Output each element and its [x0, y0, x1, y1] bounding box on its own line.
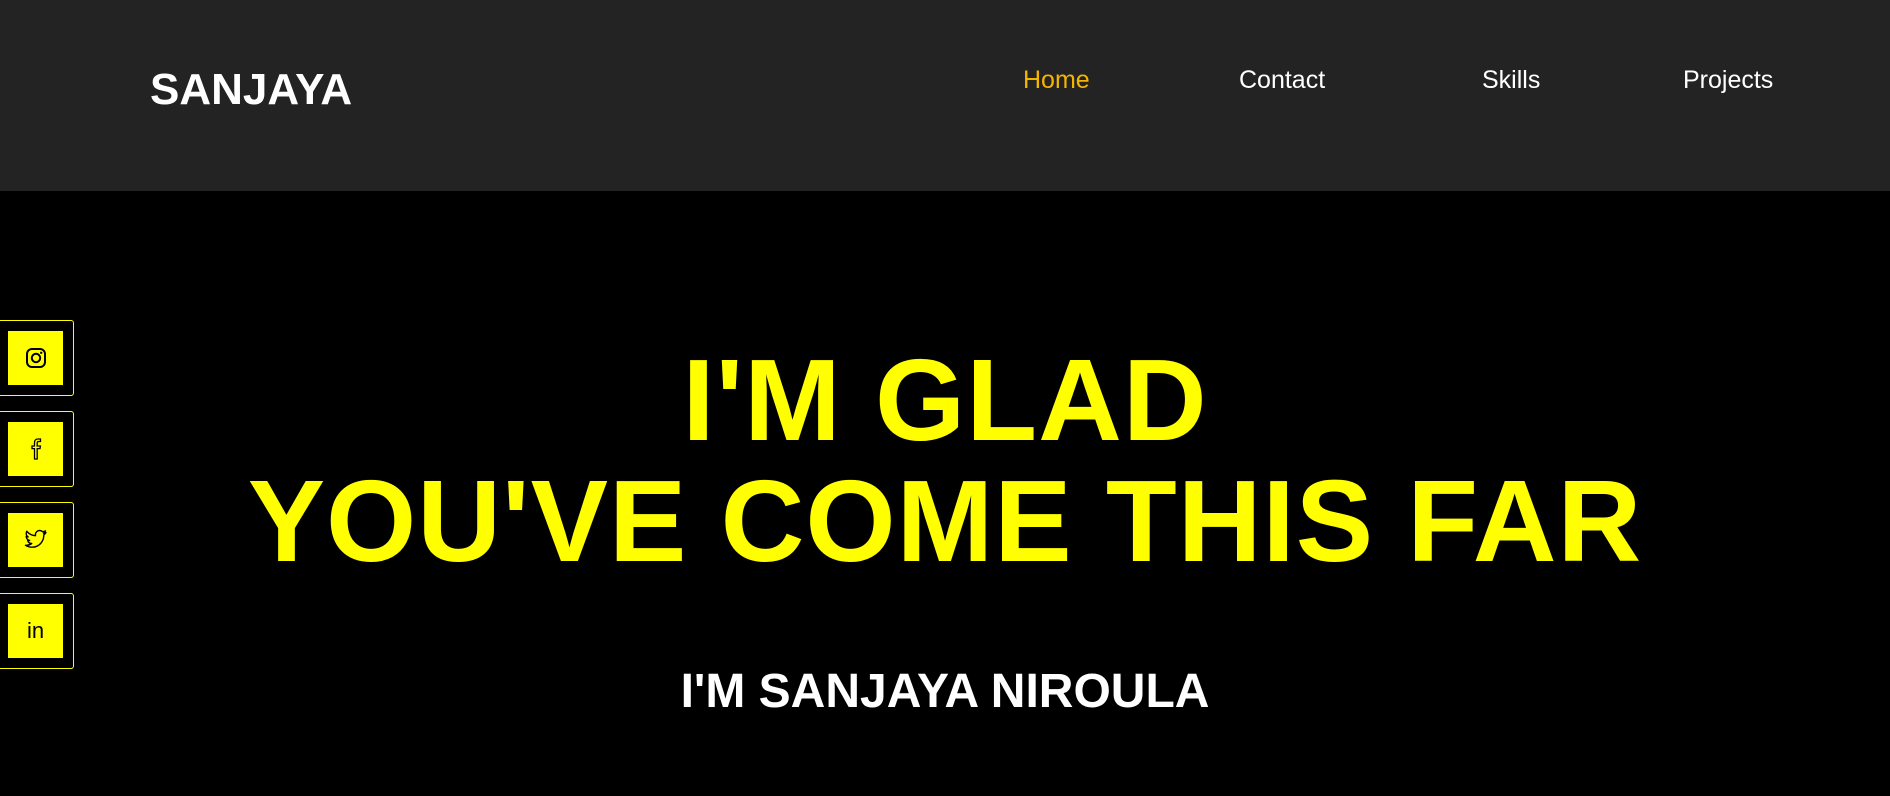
nav-contact-link[interactable]: Contact: [1239, 64, 1325, 96]
nav-home-link[interactable]: Home: [1023, 64, 1090, 96]
nav-skills-link[interactable]: Skills: [1482, 64, 1540, 96]
linkedin-button[interactable]: in: [0, 593, 74, 669]
linkedin-icon: in: [26, 618, 45, 643]
site-header: SANJAYA Home Contact Skills Projects: [0, 0, 1890, 191]
site-logo[interactable]: SANJAYA: [150, 64, 352, 116]
linkedin-icon-tile: in: [8, 604, 63, 658]
hero-subtitle: I'M SANJAYA NIROULA: [680, 665, 1210, 718]
hero-line-2: YOU'VE COME THIS FAR: [247, 456, 1643, 586]
nav-projects-link[interactable]: Projects: [1683, 64, 1773, 96]
hero-line-1: I'M GLAD: [682, 335, 1208, 465]
hero-heading: I'M GLAD YOU'VE COME THIS FAR: [0, 340, 1890, 582]
